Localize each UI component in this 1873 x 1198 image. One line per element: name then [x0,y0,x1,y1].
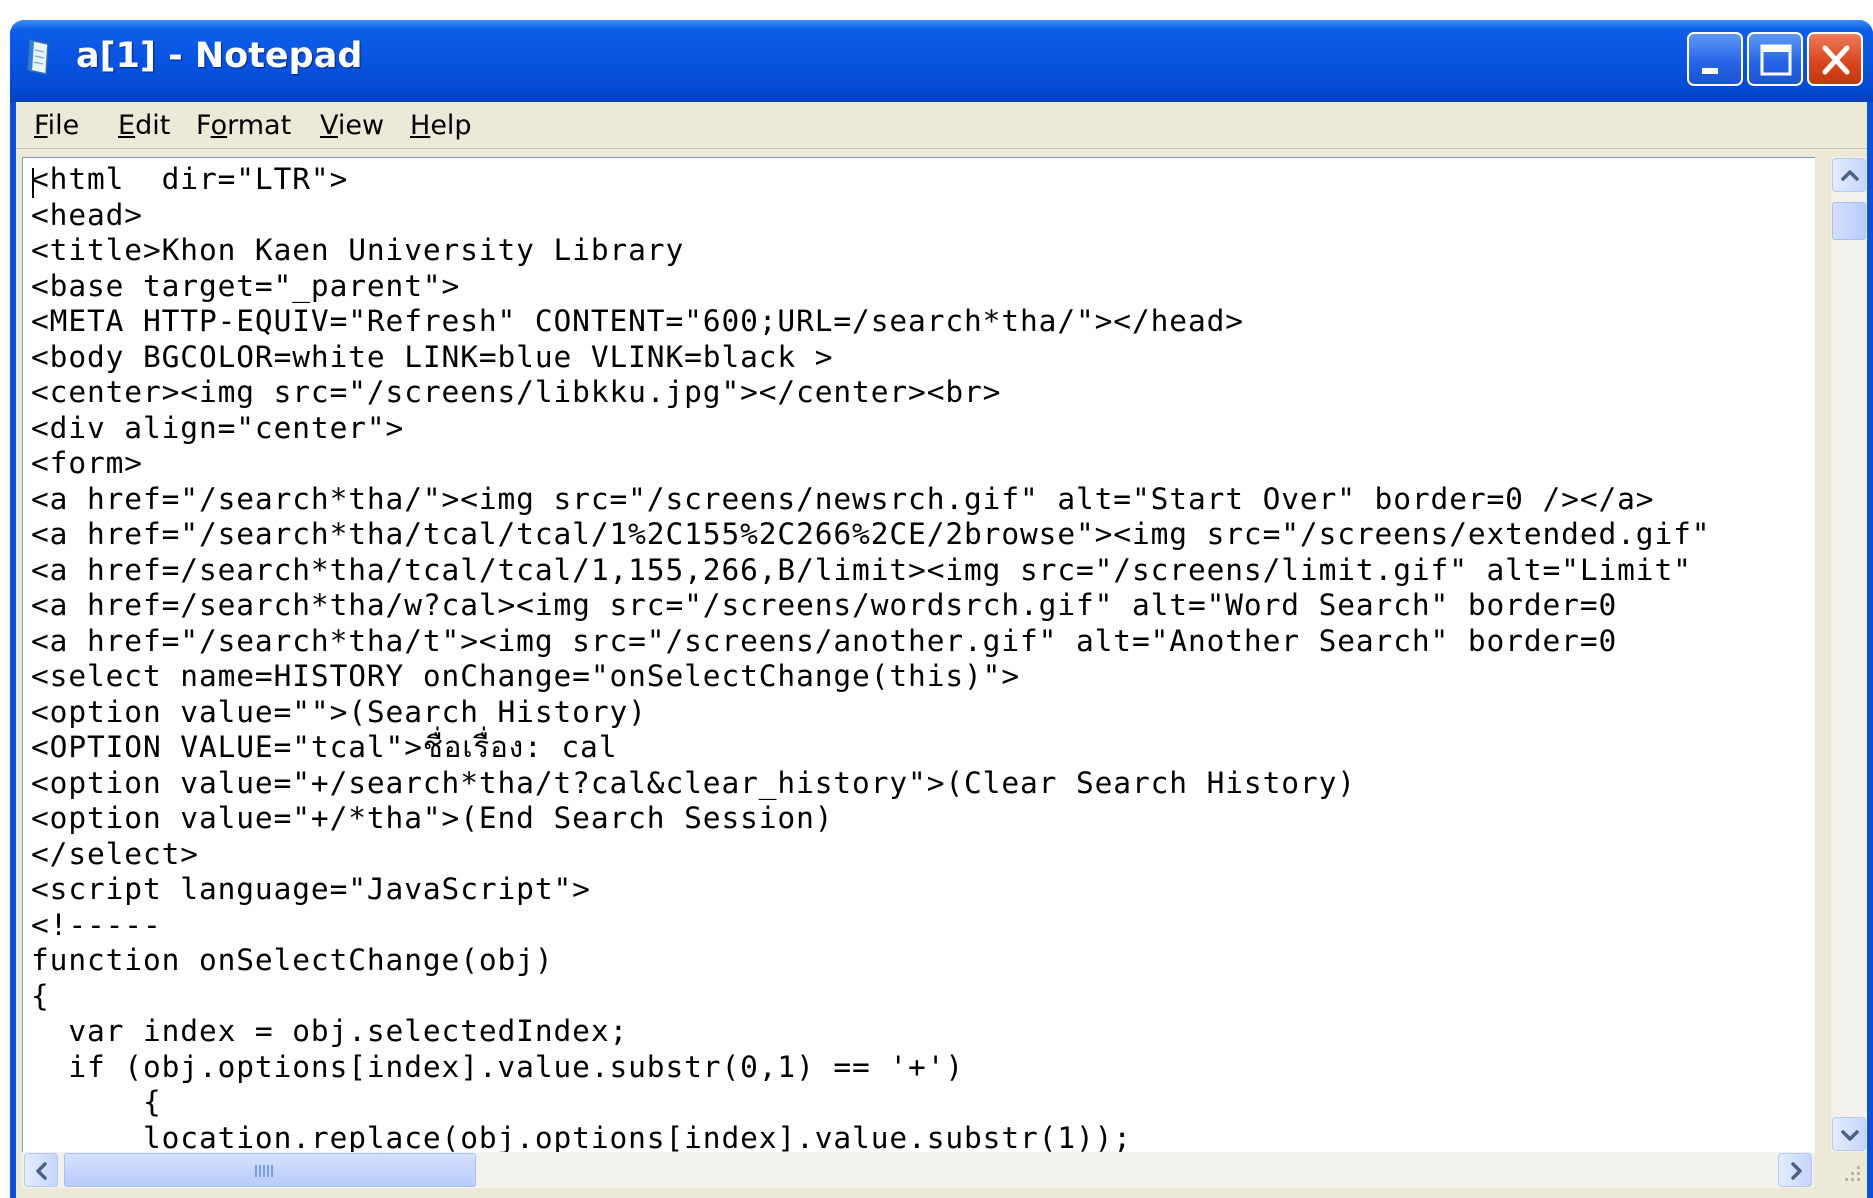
text-area[interactable]: <html dir="LTR"> <head> <title>Khon Kaen… [22,157,1815,1153]
vertical-scrollbar[interactable] [1831,157,1867,1152]
size-grip[interactable] [1831,1152,1867,1188]
horizontal-scrollbar[interactable] [22,1152,1814,1188]
code-line: <OPTION VALUE="tcal">ชื่อเรื่อง: cal [31,730,618,764]
menu-format-mnemonic: o [210,110,228,141]
code-line: <option value="+/*tha">(End Search Sessi… [31,801,834,835]
code-line: <option value="">(Search History) [31,694,647,729]
code-line: <title>Khon Kaen University Library [31,233,685,267]
code-line: <!----- [31,907,162,942]
code-line: <a href="/search*tha/tcal/tcal/1%2C155%2… [31,517,1711,551]
menu-view-mnemonic: V [320,110,338,141]
notepad-window: a[1] - Notepad File Edit Format View Hel… [10,20,1873,1198]
menu-view[interactable]: View [320,110,384,141]
arrow-left-icon [36,1162,47,1180]
minimize-button[interactable] [1687,32,1743,86]
title-bar[interactable]: a[1] - Notepad [10,20,1873,102]
menu-edit[interactable]: Edit [118,110,170,141]
menu-file-label: ile [47,110,80,141]
code-line: <select name=HISTORY onChange="onSelectC… [31,659,1021,693]
scroll-left-button[interactable] [24,1153,58,1187]
menu-edit-label: dit [135,110,171,141]
code-line: <script language="JavaScript"> [31,872,591,906]
notepad-icon [27,39,49,75]
scroll-right-button[interactable] [1778,1153,1812,1187]
thumb-grip [255,1165,273,1177]
code-line: <a href=/search*tha/w?cal><img src="/scr… [31,588,1618,622]
menu-file[interactable]: File [34,110,79,141]
arrow-up-icon [1841,170,1859,181]
editor-frame: <html dir="LTR"> <head> <title>Khon Kaen… [16,149,1867,1198]
document-text: <html dir="LTR"> <head> <title>Khon Kaen… [31,162,1710,1153]
maximize-button[interactable] [1747,32,1803,86]
code-line: </select> [31,836,199,871]
vertical-scroll-thumb[interactable] [1832,202,1866,240]
scroll-up-button[interactable] [1832,158,1866,192]
code-line: var index = obj.selectedIndex; [31,1014,629,1048]
menu-format-label-start: F [196,110,211,141]
code-line: <body BGCOLOR=white LINK=blue VLINK=blac… [31,339,834,374]
code-line: <form> [31,446,143,480]
code-line: <div align="center"> [31,410,405,445]
menu-format[interactable]: Format [196,110,291,141]
menu-format-label-end: rmat [227,110,292,141]
menu-help-label: elp [430,110,472,141]
window-title: a[1] - Notepad [76,36,363,76]
close-icon [1822,45,1850,75]
code-line: location.replace(obj.options[index].valu… [31,1120,1132,1154]
menu-view-label: iew [337,110,385,141]
menu-bar: File Edit Format View Help [16,102,1867,149]
code-line: <a href="/search*tha/"><img src="/screen… [31,481,1655,516]
horizontal-scroll-thumb[interactable] [64,1153,476,1187]
minimize-icon [1702,68,1718,74]
code-line: { [31,1085,162,1119]
code-line: <a href=/search*tha/tcal/tcal/1,155,266,… [31,552,1692,587]
menu-edit-mnemonic: E [118,110,136,141]
code-line: <head> [31,197,143,232]
resize-grip-icon [1845,1166,1860,1181]
text-caret [32,168,34,198]
close-button[interactable] [1807,32,1863,86]
code-line: { [31,978,50,1013]
code-line: <option value="+/search*tha/t?cal&clear_… [31,765,1356,800]
code-line: <center><img src="/screens/libkku.jpg"><… [31,375,1002,409]
maximize-icon [1760,44,1792,76]
arrow-down-icon [1841,1130,1859,1141]
scroll-down-button[interactable] [1832,1117,1866,1151]
code-line: <html dir="LTR"> [31,162,349,196]
menu-help[interactable]: Help [410,110,472,141]
code-line: <a href="/search*tha/t"><img src="/scree… [31,623,1618,658]
arrow-right-icon [1791,1162,1802,1180]
code-line: if (obj.options[index].value.substr(0,1)… [31,1049,965,1084]
code-line: <META HTTP-EQUIV="Refresh" CONTENT="600;… [31,304,1244,338]
menu-help-mnemonic: H [410,110,431,141]
code-line: function onSelectChange(obj) [31,943,554,977]
menu-file-mnemonic: F [34,110,48,141]
code-line: <base target="_parent"> [31,268,461,303]
